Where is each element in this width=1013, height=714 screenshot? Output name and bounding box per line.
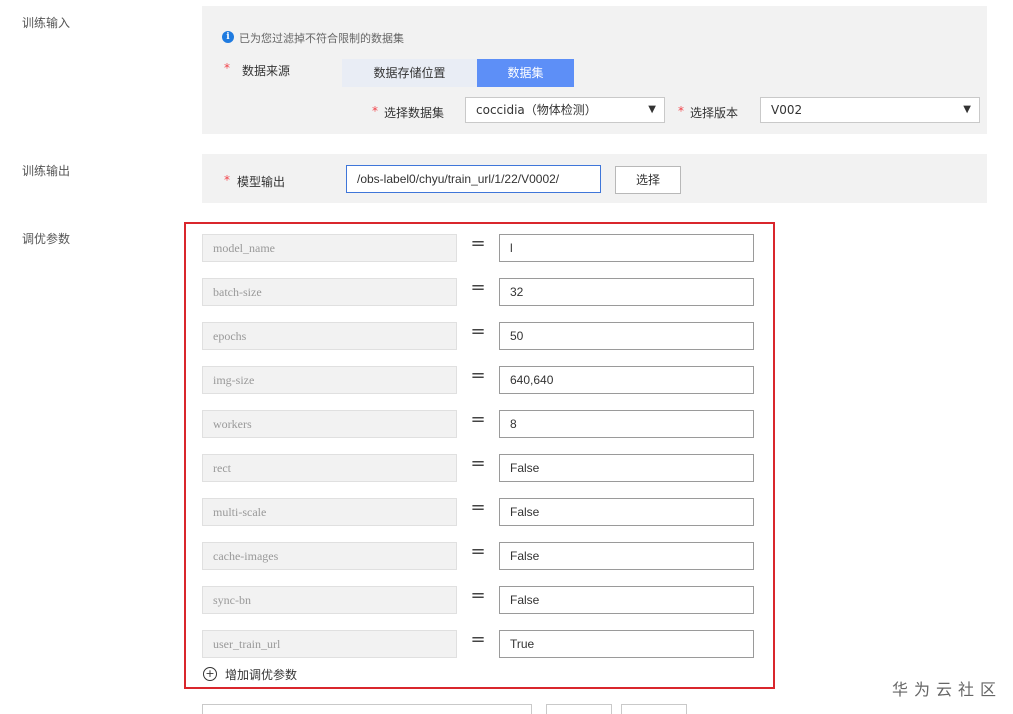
equals-sign: = xyxy=(470,453,486,474)
equals-sign: = xyxy=(470,497,486,518)
tab-data-storage[interactable]: 数据存储位置 xyxy=(342,59,477,87)
dataset-select[interactable]: coccidia（物体检测） ▼ xyxy=(465,97,665,123)
section-train-input: 训练输入 xyxy=(22,16,71,30)
param-value-field[interactable]: 50 xyxy=(499,322,754,350)
model-output-path-input[interactable]: /obs-label0/chyu/train_url/1/22/V0002/ xyxy=(346,165,601,193)
param-key-field[interactable]: sync-bn xyxy=(202,586,457,614)
param-value-field[interactable]: True xyxy=(499,630,754,658)
param-value-field[interactable]: False xyxy=(499,586,754,614)
required-mark: * xyxy=(224,173,230,187)
train-output-panel: * 模型输出 /obs-label0/chyu/train_url/1/22/V… xyxy=(202,154,987,203)
version-label: 选择版本 xyxy=(690,106,739,120)
dropdown-caret-icon: ▼ xyxy=(963,104,971,115)
dataset-select-value: coccidia（物体检测） xyxy=(476,103,597,117)
param-key-field[interactable]: model_name xyxy=(202,234,457,262)
param-value-field[interactable]: False xyxy=(499,542,754,570)
info-icon: i xyxy=(222,31,234,43)
cutoff-button[interactable] xyxy=(546,704,612,714)
param-key-field[interactable]: user_train_url xyxy=(202,630,457,658)
train-input-panel: i 已为您过滤掉不符合限制的数据集 * 数据来源 数据存储位置 数据集 * 选择… xyxy=(202,6,987,134)
required-mark: * xyxy=(678,104,684,118)
equals-sign: = xyxy=(470,541,486,562)
data-source-label: 数据来源 xyxy=(242,64,291,78)
param-key-field[interactable]: batch-size xyxy=(202,278,457,306)
required-mark: * xyxy=(224,61,230,75)
param-key-field[interactable]: multi-scale xyxy=(202,498,457,526)
param-value-field[interactable]: l xyxy=(499,234,754,262)
param-key-field[interactable]: epochs xyxy=(202,322,457,350)
param-value-field[interactable]: False xyxy=(499,454,754,482)
param-key-field[interactable]: workers xyxy=(202,410,457,438)
version-select-value: V002 xyxy=(771,103,803,117)
equals-sign: = xyxy=(470,629,486,650)
cutoff-button[interactable] xyxy=(621,704,687,714)
param-value-field[interactable]: False xyxy=(499,498,754,526)
equals-sign: = xyxy=(470,365,486,386)
watermark: 华为云社区 xyxy=(892,680,1003,699)
equals-sign: = xyxy=(470,585,486,606)
equals-sign: = xyxy=(470,277,486,298)
version-select[interactable]: V002 ▼ xyxy=(760,97,980,123)
cutoff-field[interactable] xyxy=(202,704,532,714)
dropdown-caret-icon: ▼ xyxy=(648,104,656,115)
equals-sign: = xyxy=(470,321,486,342)
param-key-field[interactable]: cache-images xyxy=(202,542,457,570)
model-output-label: 模型输出 xyxy=(237,175,286,189)
required-mark: * xyxy=(372,104,378,118)
add-circle-icon[interactable]: + xyxy=(203,667,217,681)
param-value-field[interactable]: 32 xyxy=(499,278,754,306)
dataset-label: 选择数据集 xyxy=(384,106,445,120)
select-path-button[interactable]: 选择 xyxy=(615,166,681,194)
param-value-field[interactable]: 8 xyxy=(499,410,754,438)
param-key-field[interactable]: img-size xyxy=(202,366,457,394)
equals-sign: = xyxy=(470,233,486,254)
param-value-field[interactable]: 640,640 xyxy=(499,366,754,394)
filter-hint: 已为您过滤掉不符合限制的数据集 xyxy=(239,32,404,45)
section-tune-params: 调优参数 xyxy=(22,232,71,246)
add-param-link[interactable]: 增加调优参数 xyxy=(225,666,297,683)
equals-sign: = xyxy=(470,409,486,430)
tab-dataset[interactable]: 数据集 xyxy=(477,59,574,87)
param-key-field[interactable]: rect xyxy=(202,454,457,482)
section-train-output: 训练输出 xyxy=(22,164,71,178)
